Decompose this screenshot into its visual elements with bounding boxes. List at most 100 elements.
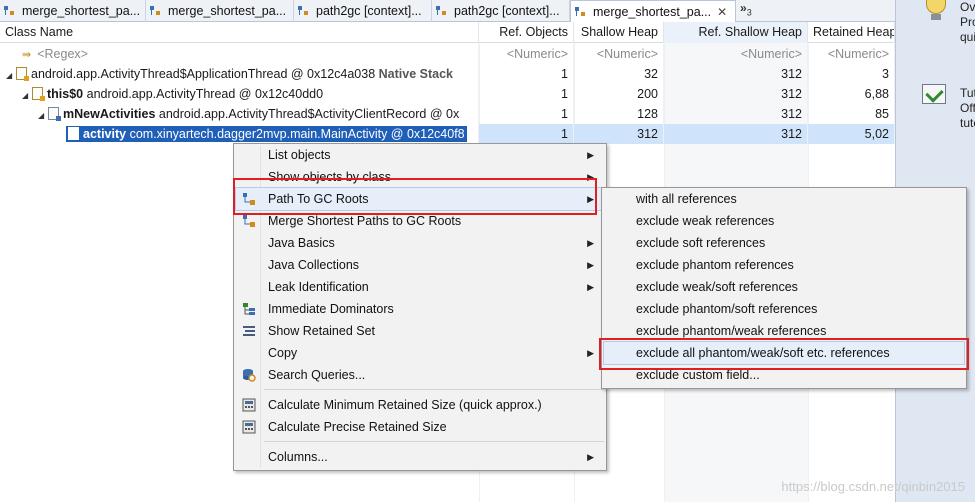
database-search-icon [243,369,256,382]
overview-link[interactable]: Ov Pro qui [960,0,975,45]
numeric-filter-ref-shallow[interactable]: <Numeric> [664,44,808,64]
table-row[interactable]: ◢ android.app.ActivityThread$ApplicationT… [0,64,895,84]
submenu-arrow-icon: ▶ [587,282,594,292]
table-row[interactable]: ◢ mNewActivities android.app.ActivityThre… [0,104,895,124]
tutorial-link[interactable]: Tut Off tuto [960,86,975,131]
menu-label: List objects [268,148,331,162]
menu-item-immediate-dominators[interactable]: Immediate Dominators [236,298,604,320]
col-shallow-heap[interactable]: Shallow Heap [574,22,664,43]
calculator-icon [242,398,256,412]
lightbulb-icon [926,0,946,14]
ref-objects-value: 1 [479,64,574,84]
retained-heap-value: 3 [808,64,895,84]
submenu-item-exclude-soft[interactable]: exclude soft references [604,232,964,254]
object-name: android.app.ActivityThread$ActivityClien… [158,107,460,121]
tab-path2gc-2[interactable]: path2gc [context]... [432,0,570,22]
tab-merge-shortest-2[interactable]: merge_shortest_pa... [146,0,294,22]
tab-label: path2gc [context]... [316,4,422,18]
highlight-box-exclude-all [599,338,969,370]
menu-label: Calculate Precise Retained Size [268,420,447,434]
collapse-arrow-icon[interactable]: ◢ [6,66,16,84]
menu-label: exclude phantom/soft references [636,302,818,316]
regex-placeholder: <Regex> [37,47,88,61]
submenu-item-all-references[interactable]: with all references [604,188,964,210]
object-instance-icon [32,87,45,101]
table-row[interactable]: ◢ this$0 android.app.ActivityThread @ 0x1… [0,84,895,104]
object-name: android.app.ActivityThread @ 0x12c40dd0 [86,87,324,101]
col-retained-heap[interactable]: Retained Heap [808,22,895,43]
tab-merge-shortest-active[interactable]: merge_shortest_pa... ✕ [570,0,736,23]
menu-label: exclude custom field... [636,368,760,382]
submenu-arrow-icon: ▶ [587,150,594,160]
tutorial-icon [922,84,946,104]
menu-item-show-retained-set[interactable]: Show Retained Set [236,320,604,342]
gc-root-label: Native Stack [378,67,453,81]
ref-objects-value: 1 [479,124,574,144]
shallow-heap-value: 200 [574,84,664,104]
menu-label: with all references [636,192,737,206]
panel-text: Off [960,101,975,115]
object-name: android.app.ActivityThread$ApplicationTh… [31,67,376,81]
close-icon[interactable]: ✕ [717,5,727,19]
panel-text: Pro [960,15,975,29]
tree-query-icon [298,5,312,17]
menu-item-columns[interactable]: Columns... ▶ [236,446,604,468]
menu-item-search-queries[interactable]: Search Queries... [236,364,604,386]
table-header: Class Name Ref. Objects Shallow Heap Ref… [0,22,895,43]
panel-text: qui [960,30,975,44]
menu-separator [264,389,604,390]
editor-tab-bar: merge_shortest_pa... merge_shortest_pa..… [0,0,895,23]
menu-item-leak-identification[interactable]: Leak Identification ▶ [236,276,604,298]
submenu-item-exclude-weak[interactable]: exclude weak references [604,210,964,232]
menu-item-calc-min-retained[interactable]: Calculate Minimum Retained Size (quick a… [236,394,604,416]
collapse-arrow-icon[interactable]: ◢ [22,86,32,104]
field-name: activity [83,127,127,141]
filter-row: ⇛ <Regex> <Numeric> <Numeric> <Numeric> <… [0,44,895,64]
menu-label: Columns... [268,450,328,464]
col-class-name[interactable]: Class Name [0,22,479,43]
numeric-filter-shallow[interactable]: <Numeric> [574,44,664,64]
menu-item-java-basics[interactable]: Java Basics ▶ [236,232,604,254]
menu-label: Java Collections [268,258,360,272]
col-ref-objects[interactable]: Ref. Objects [479,22,574,43]
regex-filter-input[interactable]: ⇛ <Regex> [0,44,479,64]
calculator-icon [242,420,256,434]
numeric-filter-retained[interactable]: <Numeric> [808,44,895,64]
menu-item-list-objects[interactable]: List objects ▶ [236,144,604,166]
submenu-item-exclude-phantom-soft[interactable]: exclude phantom/soft references [604,298,964,320]
submenu-item-exclude-weak-soft[interactable]: exclude weak/soft references [604,276,964,298]
menu-item-copy[interactable]: Copy ▶ [236,342,604,364]
ref-objects-value: 1 [479,104,574,124]
submenu-arrow-icon: ▶ [587,260,594,270]
overflow-chevron-icon: » [740,1,747,15]
row-name-cell: ◢ mNewActivities android.app.ActivityThre… [0,104,479,124]
shallow-heap-value: 312 [574,124,664,144]
menu-label: Show Retained Set [268,324,376,338]
submenu-arrow-icon: ▶ [587,348,594,358]
tree-query-icon [436,5,450,17]
row-name-cell: ◢ android.app.ActivityThread$ApplicationT… [0,64,479,84]
field-name: this$0 [47,87,84,101]
retained-heap-value: 85 [808,104,895,124]
tab-overflow-button[interactable]: »3 [740,1,752,17]
menu-label: exclude weak/soft references [636,280,798,294]
table-row-selected[interactable]: activity com.xinyartech.dagger2mvp.main.… [0,124,895,144]
object-instance-icon [68,127,79,140]
menu-label: exclude weak references [636,214,775,228]
object-instance-icon [16,67,29,81]
menu-label: exclude soft references [636,236,766,250]
retained-heap-value: 5,02 [808,124,895,144]
menu-item-java-collections[interactable]: Java Collections ▶ [236,254,604,276]
menu-label: Immediate Dominators [268,302,394,316]
panel-text: Tut [960,86,975,100]
tab-label: merge_shortest_pa... [593,5,712,19]
tab-merge-shortest-1[interactable]: merge_shortest_pa... [0,0,146,22]
merge-tree-icon [243,215,255,227]
menu-item-calc-precise-retained[interactable]: Calculate Precise Retained Size [236,416,604,438]
collapse-arrow-icon[interactable]: ◢ [38,106,48,124]
ref-objects-value: 1 [479,84,574,104]
col-ref-shallow-heap[interactable]: Ref. Shallow Heap [664,22,808,43]
numeric-filter-ref-objects[interactable]: <Numeric> [479,44,574,64]
tab-path2gc-1[interactable]: path2gc [context]... [294,0,432,22]
submenu-item-exclude-phantom[interactable]: exclude phantom references [604,254,964,276]
